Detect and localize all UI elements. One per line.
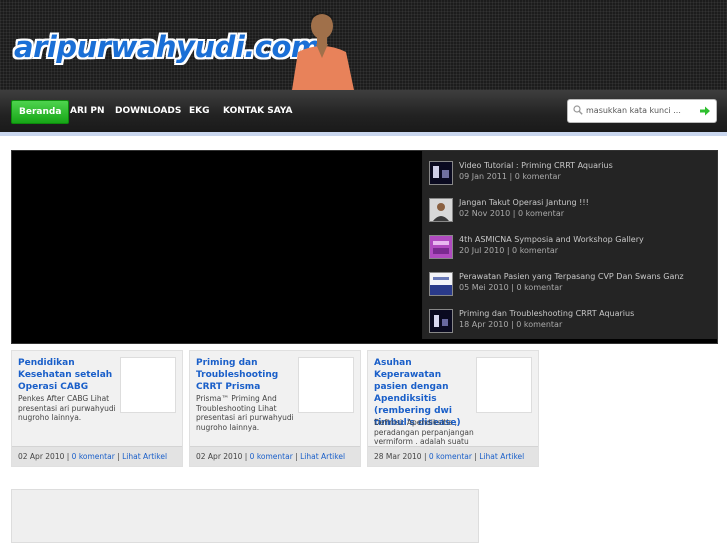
- slide-thumbnail-icon: [429, 272, 453, 296]
- article-read-link[interactable]: Lihat Artikel: [300, 452, 345, 461]
- slider-item[interactable]: 4th ASMICNA Symposia and Workshop Galler…: [429, 233, 711, 269]
- nav-kontak-saya[interactable]: KONTAK SAYA: [216, 100, 299, 122]
- person-thumbnail-icon: [429, 198, 453, 222]
- slider-item-title: Video Tutorial : Priming CRRT Aquarius: [459, 161, 613, 170]
- search-icon: [573, 105, 583, 115]
- main-nav: Beranda ARI PN DOWNLOADS EKG KONTAK SAYA: [0, 90, 727, 136]
- search-box: [567, 99, 717, 123]
- nav-beranda[interactable]: Beranda: [11, 100, 70, 124]
- slider-item-title: Perawatan Pasien yang Terpasang CVP Dan …: [459, 272, 684, 281]
- search-input[interactable]: [586, 103, 696, 118]
- arrow-right-icon[interactable]: [699, 105, 711, 117]
- article-comments-link[interactable]: 0 komentar: [250, 452, 293, 461]
- article-comments-link[interactable]: 0 komentar: [72, 452, 115, 461]
- slider-item-meta: 02 Nov 2010 | 0 komentar: [459, 209, 565, 218]
- article-excerpt: Prisma™ Priming And Troubleshooting Liha…: [196, 394, 294, 432]
- slider-item-meta: 05 Mei 2010 | 0 komentar: [459, 283, 563, 292]
- slider-item-title: Priming dan Troubleshooting CRRT Aquariu…: [459, 309, 635, 318]
- article-thumbnail[interactable]: [298, 357, 354, 413]
- slider-item-title: Jangan Takut Operasi Jantung !!!: [459, 198, 589, 207]
- slider-item[interactable]: Jangan Takut Operasi Jantung !!! 02 Nov …: [429, 196, 711, 232]
- article-card: Priming dan Troubleshooting CRRT Prisma …: [189, 350, 361, 467]
- slider-item[interactable]: Priming dan Troubleshooting CRRT Aquariu…: [429, 307, 711, 343]
- article-date: 28 Mar 2010: [374, 452, 422, 461]
- slider-item[interactable]: Video Tutorial : Priming CRRT Aquarius 0…: [429, 159, 711, 195]
- slider-item-meta: 20 Jul 2010 | 0 komentar: [459, 246, 559, 255]
- video-thumbnail-icon: [429, 161, 453, 185]
- slider-item-meta: 09 Jan 2011 | 0 komentar: [459, 172, 561, 181]
- nav-ekg[interactable]: EKG: [182, 100, 217, 122]
- article-thumbnail[interactable]: [120, 357, 176, 413]
- article-read-link[interactable]: Lihat Artikel: [479, 452, 524, 461]
- article-title[interactable]: Pendidikan Kesehatan setelah Operasi CAB…: [18, 357, 118, 393]
- content-box: [11, 489, 479, 543]
- article-footer: 02 Apr 2010 | 0 komentar | Lihat Artikel: [190, 446, 360, 466]
- video-thumbnail-icon: [429, 309, 453, 333]
- article-thumbnail[interactable]: [476, 357, 532, 413]
- slider-item-title: 4th ASMICNA Symposia and Workshop Galler…: [459, 235, 644, 244]
- author-photo: [292, 13, 354, 90]
- article-excerpt: Definisi: Apendiksitis , peradangan perp…: [374, 418, 474, 444]
- slider-item[interactable]: Perawatan Pasien yang Terpasang CVP Dan …: [429, 270, 711, 306]
- article-excerpt: Penkes After CABG Lihat presentasi ari p…: [18, 394, 116, 422]
- featured-slider[interactable]: Video Tutorial : Priming CRRT Aquarius 0…: [11, 150, 718, 344]
- article-title[interactable]: Priming dan Troubleshooting CRRT Prisma: [196, 357, 296, 393]
- article-date: 02 Apr 2010: [18, 452, 65, 461]
- article-comments-link[interactable]: 0 komentar: [429, 452, 472, 461]
- nav-downloads[interactable]: DOWNLOADS: [108, 100, 188, 122]
- article-footer: 02 Apr 2010 | 0 komentar | Lihat Artikel: [12, 446, 182, 466]
- article-footer: 28 Mar 2010 | 0 komentar | Lihat Artikel: [368, 446, 538, 466]
- slider-list: Video Tutorial : Priming CRRT Aquarius 0…: [422, 151, 717, 339]
- article-date: 02 Apr 2010: [196, 452, 243, 461]
- slider-item-meta: 18 Apr 2010 | 0 komentar: [459, 320, 563, 329]
- article-read-link[interactable]: Lihat Artikel: [122, 452, 167, 461]
- site-header: aripurwahyudi.com: [0, 0, 727, 90]
- nav-ari-pn[interactable]: ARI PN: [63, 100, 112, 122]
- article-card: Pendidikan Kesehatan setelah Operasi CAB…: [11, 350, 183, 467]
- article-card: Asuhan Keperawatan pasien dengan Apendik…: [367, 350, 539, 467]
- gallery-thumbnail-icon: [429, 235, 453, 259]
